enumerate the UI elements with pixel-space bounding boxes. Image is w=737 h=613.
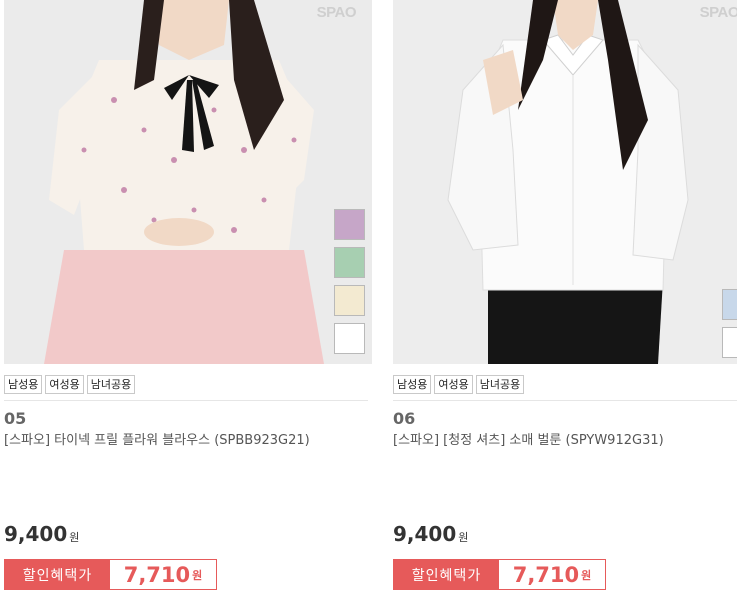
tag-unisex: 남녀공용: [475, 375, 525, 394]
divider: [4, 400, 368, 401]
product-number: 06: [393, 409, 416, 428]
color-swatch[interactable]: [334, 247, 365, 278]
benefit-label: 할인혜택가: [5, 560, 110, 589]
discount-benefit: 할인혜택가 7,710 원: [393, 559, 606, 590]
brand-logo: SPAO: [699, 4, 737, 21]
model-photo: [4, 0, 372, 364]
gender-tags: 남성용 여성용 남녀공용: [4, 375, 136, 394]
brand-logo: SPAO: [316, 4, 357, 21]
color-swatch[interactable]: [334, 323, 365, 354]
product-price: 9,400 원: [393, 522, 468, 546]
model-photo: [393, 0, 737, 364]
price-unit: 원: [458, 531, 469, 544]
benefit-price-value: 7,710: [512, 562, 580, 587]
color-swatch[interactable]: [722, 289, 737, 320]
benefit-price-unit: 원: [192, 568, 203, 582]
gender-tags: 남성용 여성용 남녀공용: [393, 375, 525, 394]
product-number: 05: [4, 409, 27, 428]
divider: [393, 400, 737, 401]
product-image[interactable]: SPAO: [393, 0, 737, 364]
benefit-price: 7,710 원: [110, 560, 216, 589]
tag-unisex: 남녀공용: [86, 375, 136, 394]
benefit-price-value: 7,710: [123, 562, 191, 587]
product-name-link[interactable]: [스파오] [청정 셔츠] 소매 벌룬 (SPYW912G31): [393, 431, 737, 451]
color-swatch[interactable]: [722, 327, 737, 358]
product-card[interactable]: SPAO 남성용 여성용 남녀공용 06 [스파오] [청정 셔츠] 소매 벌룬…: [393, 0, 737, 613]
product-image[interactable]: SPAO: [4, 0, 372, 364]
tag-women: 여성용: [45, 375, 84, 394]
product-price: 9,400 원: [4, 522, 79, 546]
price-value: 9,400: [393, 522, 457, 546]
tag-men: 남성용: [393, 375, 432, 394]
color-swatches: [334, 209, 365, 354]
tag-women: 여성용: [434, 375, 473, 394]
price-unit: 원: [69, 531, 80, 544]
benefit-label: 할인혜택가: [394, 560, 499, 589]
tag-men: 남성용: [4, 375, 43, 394]
product-card[interactable]: SPAO 남성용 여성용 남녀공용 05 [스파오] 타이넥 프릴 플라워 블라…: [4, 0, 372, 613]
product-name-link[interactable]: [스파오] 타이넥 프릴 플라워 블라우스 (SPBB923G21): [4, 431, 354, 451]
price-value: 9,400: [4, 522, 68, 546]
discount-benefit: 할인혜택가 7,710 원: [4, 559, 217, 590]
color-swatches: [722, 289, 737, 358]
benefit-price-unit: 원: [581, 568, 592, 582]
benefit-price: 7,710 원: [499, 560, 605, 589]
color-swatch[interactable]: [334, 285, 365, 316]
color-swatch[interactable]: [334, 209, 365, 240]
